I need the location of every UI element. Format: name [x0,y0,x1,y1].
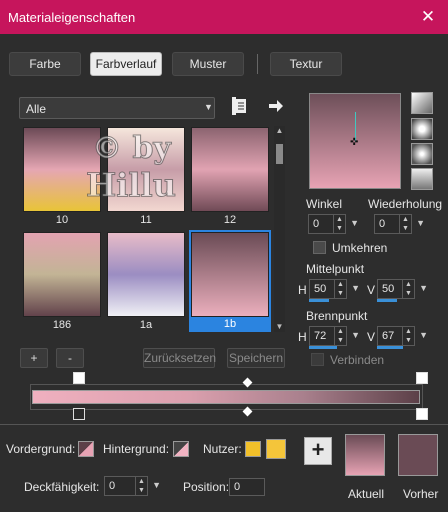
tab-divider [257,54,258,74]
remove-gradient-button[interactable]: - [56,348,84,368]
gradient-thumb-label-selected: 1b [189,318,271,332]
watermark-line2: Hillu [86,166,177,205]
radial-style-icon[interactable] [411,143,433,165]
scroll-up-icon[interactable]: ▲ [274,126,285,135]
spin-arrows-icon[interactable]: ▲ ▼ [334,280,346,298]
dropdown-arrow-icon[interactable]: ▼ [416,218,425,228]
opacity-input[interactable]: 0 ▲ ▼ ▼ [104,476,161,496]
focal-v-input[interactable]: 67 ▲ ▼ ▼ [377,326,428,346]
user-swatch-1[interactable] [245,441,261,457]
center-v-bar [377,299,397,302]
current-label: Aktuell [348,487,385,501]
tab-farbe[interactable]: Farbe [9,52,81,76]
user-swatch-2[interactable] [266,439,286,459]
dropdown-arrow-icon[interactable]: ▼ [351,283,360,293]
sunburst-style-icon[interactable] [411,168,433,190]
spin-arrows-icon[interactable]: ▲ ▼ [402,280,414,298]
gradient-thumb-12[interactable] [191,127,269,212]
chevron-down-icon: ▼ [204,102,213,112]
dropdown-arrow-icon[interactable]: ▼ [152,480,161,490]
category-select-value: Alle [26,102,47,116]
center-point-icon[interactable]: ✜ [350,137,358,148]
gradient-thumb-label: 186 [52,319,72,331]
gradient-thumb-1a[interactable] [107,232,185,317]
gradient-thumb-label: 1a [139,319,153,331]
save-button[interactable]: Speichern [227,348,285,368]
angle-label: Winkel [306,197,343,211]
gradient-thumb-label: 11 [140,214,152,226]
add-gradient-button[interactable]: + [20,348,48,368]
tab-farbverlauf[interactable]: Farbverlauf [90,52,162,76]
user-label: Nutzer: [203,442,242,456]
position-label: Position: [183,480,230,494]
list-icon[interactable] [232,97,248,115]
invert-checkbox[interactable] [313,241,326,254]
focal-h-bar [309,346,337,349]
gradient-color-stop[interactable] [73,408,85,420]
scroll-thumb[interactable] [276,144,283,164]
link-checkbox[interactable] [311,353,324,366]
tab-muster[interactable]: Muster [172,52,244,76]
linear-style-icon[interactable] [411,92,433,114]
focal-label: Brennpunkt [306,309,368,323]
focal-v-label: V [367,330,376,344]
add-swatch-button[interactable]: + [304,437,332,465]
window-title: Materialeigenschaften [8,10,136,25]
center-h-label: H [298,283,307,297]
title-bar: Materialeigenschaften ✕ [0,0,448,34]
focal-v-bar [377,346,403,349]
background-swatch[interactable] [173,441,189,457]
reset-button[interactable]: Zurücksetzen [143,348,216,368]
spin-arrows-icon[interactable]: ▲ ▼ [399,215,411,233]
gradient-bar[interactable] [32,390,420,404]
invert-label: Umkehren [332,241,388,255]
gradient-thumb-186[interactable] [23,232,101,317]
background-label: Hintergrund: [103,442,170,456]
dropdown-arrow-icon[interactable]: ▼ [419,283,428,293]
opacity-label: Deckfähigkeit: [24,480,100,494]
previous-swatch[interactable] [398,434,438,476]
center-v-label: V [367,283,376,297]
current-swatch [345,434,385,476]
close-icon[interactable]: ✕ [418,7,438,27]
dropdown-arrow-icon[interactable]: ▼ [351,330,360,340]
dropdown-arrow-icon[interactable]: ▼ [419,330,428,340]
center-h-input[interactable]: 50 ▲ ▼ ▼ [309,279,360,299]
gradient-color-stop[interactable] [416,408,428,420]
position-input[interactable]: 0 [229,478,265,496]
center-h-bar [309,299,329,302]
gradient-thumb-label: 10 [55,214,69,226]
link-label: Verbinden [330,353,385,367]
spin-arrows-icon[interactable]: ▲ ▼ [334,327,346,345]
repeat-label: Wiederholung [368,197,443,211]
repeat-input[interactable]: 0 ▲ ▼ ▼ [374,214,425,234]
scroll-down-icon[interactable]: ▼ [274,322,285,331]
spin-arrows-icon[interactable]: ▲ ▼ [333,215,345,233]
tab-textur[interactable]: Textur [270,52,342,76]
angle-input[interactable]: 0 ▲ ▼ ▼ [308,214,359,234]
rectangular-style-icon[interactable] [411,118,433,140]
spin-arrows-icon[interactable]: ▲ ▼ [135,477,147,495]
focal-h-input[interactable]: 72 ▲ ▼ ▼ [309,326,360,346]
center-v-input[interactable]: 50 ▲ ▼ ▼ [377,279,428,299]
gradient-opacity-stop[interactable] [416,372,428,384]
watermark-line1: © by [92,131,172,167]
arrow-right-icon[interactable] [268,98,284,114]
gradient-thumb-1b[interactable] [189,230,271,319]
previous-label: Vorher [403,487,439,501]
divider [0,424,448,425]
focal-h-label: H [298,330,307,344]
thumbnail-scrollbar[interactable]: ▲ ▼ [274,126,285,332]
category-select[interactable]: Alle ▼ [19,97,215,119]
spin-arrows-icon[interactable]: ▲ ▼ [402,327,414,345]
foreground-label: Vordergrund: [6,442,76,456]
gradient-opacity-stop[interactable] [73,372,85,384]
dropdown-arrow-icon[interactable]: ▼ [350,218,359,228]
center-label: Mittelpunkt [306,262,365,276]
gradient-thumb-label: 12 [223,214,237,226]
foreground-swatch[interactable] [78,441,94,457]
